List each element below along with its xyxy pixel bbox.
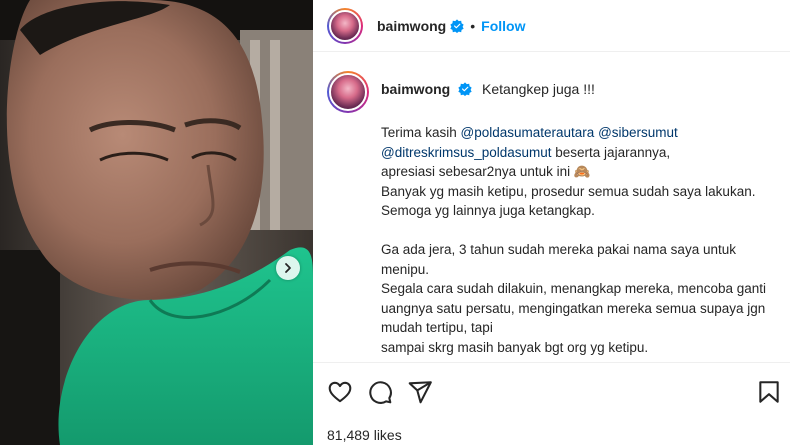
caption-line: beserta jajarannya, <box>551 144 671 160</box>
post-media[interactable] <box>0 0 313 445</box>
post-photo <box>0 0 313 445</box>
caption-avatar[interactable] <box>327 71 369 113</box>
like-button[interactable] <box>327 379 353 405</box>
caption-username-link[interactable]: baimwong <box>381 81 450 97</box>
caption-first-line: Ketangkep juga !!! <box>482 81 595 97</box>
mention-link[interactable]: @sibersumut <box>598 125 678 140</box>
heart-icon <box>328 381 352 403</box>
caption-line: apresiasi sebesar2nya untuk ini 🙈 <box>381 164 591 179</box>
follow-button[interactable]: Follow <box>481 18 525 34</box>
caption-line: uangnya satu persatu, mengingatkan merek… <box>381 300 766 316</box>
caption-line: Banyak yg masih ketipu, prosedur semua s… <box>381 183 756 199</box>
caption-area: baimwong Ketangkep juga !!! Terima kasih… <box>313 53 790 361</box>
chevron-right-icon <box>285 263 291 273</box>
comment-button[interactable] <box>367 379 393 405</box>
share-icon <box>408 381 432 404</box>
caption-line: Segala cara sudah dilakuin, menangkap me… <box>381 281 766 296</box>
comment-icon <box>369 381 392 404</box>
caption-line: menipu. <box>381 261 430 277</box>
avatar[interactable] <box>327 7 363 44</box>
verified-badge-icon <box>450 18 464 33</box>
separator-dot: • <box>470 17 476 34</box>
caption-line: sampai skrg masih banyak bgt org yg keti… <box>381 339 649 355</box>
carousel-next-button[interactable] <box>276 256 300 280</box>
caption-line: Terima kasih <box>381 125 461 140</box>
caption-head: baimwong Ketangkep juga !!! <box>381 81 595 97</box>
caption-line: Ga ada jera, 3 tahun sudah mereka pakai … <box>381 242 736 257</box>
mention-link[interactable]: @ditreskrimsus_poldasumut <box>381 145 552 160</box>
bookmark-icon <box>759 381 779 403</box>
post-details-panel: baimwong • Follow baimwong Ketangkep jug… <box>313 0 790 445</box>
share-button[interactable] <box>407 379 433 405</box>
verified-badge-icon <box>458 82 472 96</box>
likes-count[interactable]: 81,489 likes <box>327 427 402 443</box>
username-link[interactable]: baimwong <box>377 18 446 34</box>
action-icons <box>327 379 433 405</box>
post-actions: 81,489 likes <box>313 362 790 445</box>
post-header: baimwong • Follow <box>313 0 790 52</box>
caption-line: Semoga yg lainnya juga ketangkap. <box>381 203 595 218</box>
caption-text: Terima kasih @poldasumaterautara @sibers… <box>381 123 790 357</box>
caption-line: mudah tertipu, tapi <box>381 320 493 335</box>
mention-link[interactable]: @poldasumaterautara <box>461 125 595 140</box>
save-button[interactable] <box>756 379 782 405</box>
